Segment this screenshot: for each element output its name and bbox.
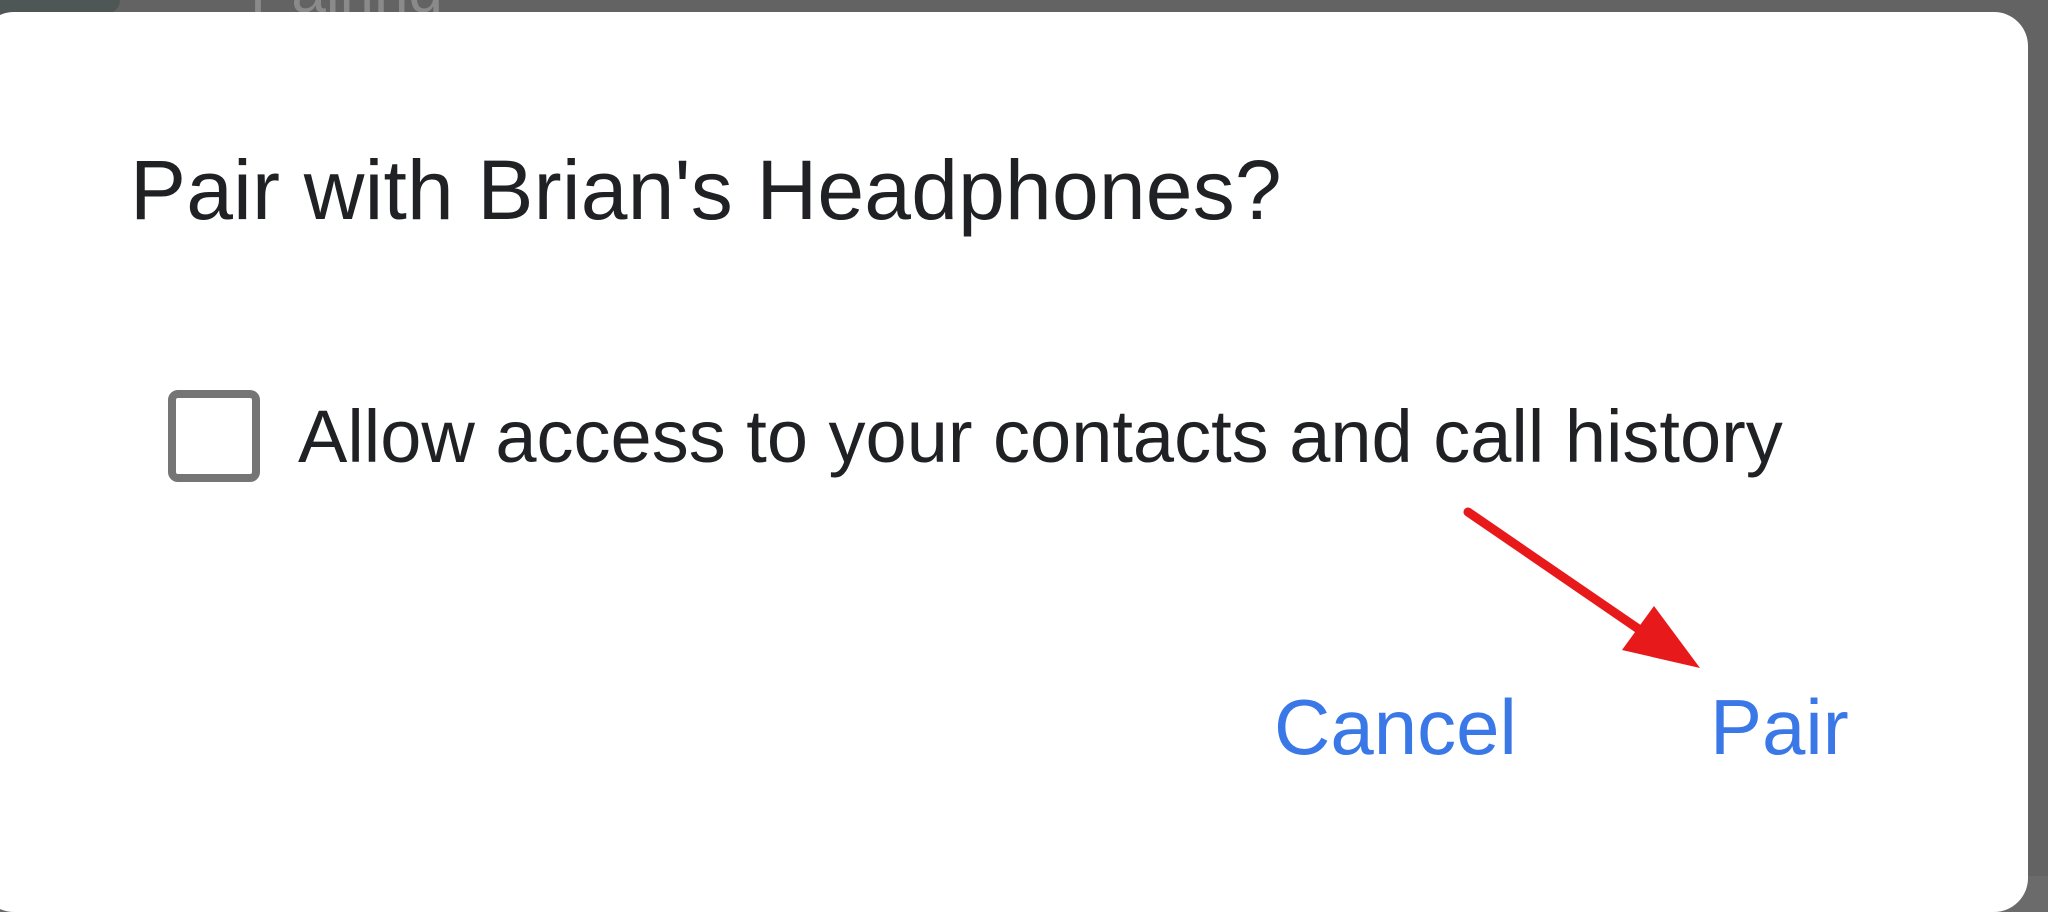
cancel-button[interactable]: Cancel	[1274, 682, 1517, 773]
contacts-access-checkbox[interactable]	[168, 390, 260, 482]
contacts-access-checkbox-row[interactable]: Allow access to your contacts and call h…	[168, 390, 1783, 482]
checkbox-label: Allow access to your contacts and call h…	[298, 394, 1783, 478]
pair-button[interactable]: Pair	[1710, 682, 1849, 773]
pair-dialog: Pair with Brian's Headphones? Allow acce…	[0, 12, 2028, 912]
dialog-title: Pair with Brian's Headphones?	[130, 143, 1282, 237]
